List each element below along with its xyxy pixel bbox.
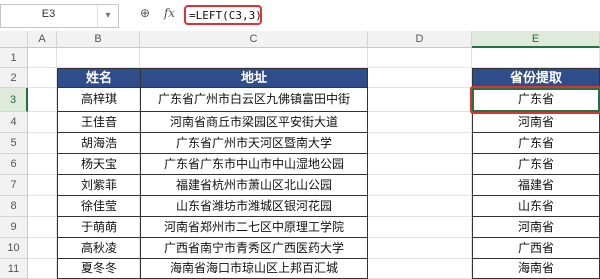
column-header-c[interactable]: C <box>140 31 368 48</box>
cell-province[interactable]: 广东省 <box>472 133 600 154</box>
cell-name[interactable]: 于萌萌 <box>57 217 140 238</box>
cell-address[interactable]: 广东省广东市中山市中山湿地公园 <box>140 154 368 175</box>
cell-province[interactable]: 广西省 <box>472 238 600 259</box>
fx-icon[interactable]: fx <box>164 6 175 20</box>
row-header-2[interactable]: 2 <box>0 68 28 88</box>
cell-province[interactable]: 海南省 <box>472 259 600 279</box>
cell-address[interactable]: 山东省潍坊市潍城区银河花园 <box>140 196 368 217</box>
formula-bar: E3 ▾ ⊕ fx =LEFT(C3,3) <box>0 0 600 32</box>
cell-name[interactable]: 高秋凌 <box>57 238 140 259</box>
cell-name[interactable]: 王佳音 <box>57 112 140 133</box>
cell-province[interactable]: 广东省 <box>472 154 600 175</box>
formula-icons: ⊕ fx <box>140 6 175 20</box>
row-header-1[interactable]: 1 <box>0 48 28 68</box>
header-province[interactable]: 省份提取 <box>472 68 600 88</box>
header-address[interactable]: 地址 <box>140 68 368 88</box>
magnifier-icon[interactable]: ⊕ <box>140 6 152 20</box>
column-header-e[interactable]: E <box>472 31 600 48</box>
column-header-d[interactable]: D <box>368 31 472 48</box>
column-header-a[interactable]: A <box>28 31 57 48</box>
cell-name[interactable]: 刘紫菲 <box>57 175 140 196</box>
cell-province[interactable]: 福建省 <box>472 175 600 196</box>
cell-name[interactable]: 徐佳莹 <box>57 196 140 217</box>
cell-name[interactable]: 夏冬冬 <box>57 259 140 279</box>
cell-address[interactable]: 河南省郑州市二七区中原理工学院 <box>140 217 368 238</box>
row-header-10[interactable]: 10 <box>0 238 28 259</box>
row-header-5[interactable]: 5 <box>0 133 28 154</box>
formula-input[interactable]: =LEFT(C3,3) <box>184 5 262 25</box>
cell-address[interactable]: 广西省南宁市青秀区广西医药大学 <box>140 238 368 259</box>
cell-address[interactable]: 广东省广州市天河区暨南大学 <box>140 133 368 154</box>
select-all-corner[interactable] <box>0 31 28 48</box>
chevron-down-icon[interactable]: ▾ <box>97 5 118 27</box>
name-box-value: E3 <box>41 8 56 20</box>
cell-address[interactable]: 福建省杭州市萧山区北山公园 <box>140 175 368 196</box>
cell-address[interactable]: 广东省广州市白云区九佛镇富田中街 <box>140 88 368 112</box>
cell-name[interactable]: 胡海浩 <box>57 133 140 154</box>
cell-province[interactable]: 河南省 <box>472 112 600 133</box>
row-header-3[interactable]: 3 <box>0 88 28 112</box>
header-name[interactable]: 姓名 <box>57 68 140 88</box>
row-header-9[interactable]: 9 <box>0 217 28 238</box>
cell-province[interactable]: 山东省 <box>472 196 600 217</box>
cell-address[interactable]: 海南省海口市琼山区上邦百汇城 <box>140 259 368 279</box>
cell-name[interactable]: 高梓琪 <box>57 88 140 112</box>
row-header-8[interactable]: 8 <box>0 196 28 217</box>
cell-name[interactable]: 杨天宝 <box>57 154 140 175</box>
row-header-11[interactable]: 11 <box>0 259 28 279</box>
red-highlight-box <box>470 86 600 114</box>
cell-province[interactable]: 河南省 <box>472 217 600 238</box>
cell-address[interactable]: 河南省商丘市梁园区平安街大道 <box>140 112 368 133</box>
column-header-b[interactable]: B <box>57 31 140 48</box>
row-header-7[interactable]: 7 <box>0 175 28 196</box>
row-header-4[interactable]: 4 <box>0 112 28 133</box>
name-box[interactable]: E3 ▾ <box>0 4 119 28</box>
row-header-6[interactable]: 6 <box>0 154 28 175</box>
